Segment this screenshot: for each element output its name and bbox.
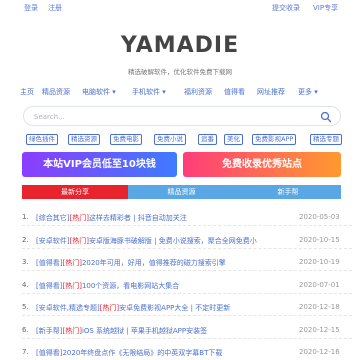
list-item-text[interactable]: 2020年终盘点作《无限结局》的中英双字幕BT下载 xyxy=(62,349,222,357)
list-item-text[interactable]: 100个资源，看电影网站大集合 xyxy=(82,282,179,290)
list-item-date: 2020-07-01 xyxy=(299,280,340,289)
list-item-text[interactable]: 安卓免费影视APP大全 | 不定时更新 xyxy=(119,304,230,312)
list-item-date: 2020-12-15 xyxy=(299,325,340,334)
hot-badge: [热门] xyxy=(62,326,82,335)
tag-item[interactable]: 精选资源 xyxy=(68,134,100,145)
list-item-category[interactable]: [新手帮] xyxy=(36,327,62,335)
tab-newbie[interactable]: 新手帮 xyxy=(235,185,341,199)
tab-premium[interactable]: 精品资源 xyxy=(128,185,235,199)
hot-badge: [热门] xyxy=(62,259,82,267)
submit-site-link[interactable]: 提交收录 xyxy=(272,3,300,13)
list-item-title[interactable]: [安卓软件][热门]安卓版海豚书破解版 | 免费小说搜索，聚合全网免费小 xyxy=(36,236,308,246)
tag-list: 绿色插件 精选资源 免费电影 免费小说 追番 美化 免费影视APP 精选专题 xyxy=(26,134,346,146)
top-bar: 登录 注册 提交收录 VIP专享 xyxy=(0,0,360,14)
list-item-date: 2020-12-18 xyxy=(299,303,340,311)
tag-item[interactable]: 绿色插件 xyxy=(26,134,58,145)
list-item-category[interactable]: [值得看] xyxy=(36,282,62,290)
list-item-number: 2. xyxy=(22,235,29,244)
vip-link[interactable]: VIP专享 xyxy=(313,3,338,13)
tag-item[interactable]: 免费小说 xyxy=(154,134,186,145)
list-item-number: 7. xyxy=(22,348,29,356)
list-item-category[interactable]: [综合其它] xyxy=(36,214,69,222)
list-item-number: 6. xyxy=(22,325,29,334)
login-link[interactable]: 登录 xyxy=(24,3,38,13)
register-link[interactable]: 注册 xyxy=(48,3,62,13)
list-item[interactable]: 7. [值得看]2020年终盘点作《无限结局》的中英双字幕BT下载 2020-12-… xyxy=(22,343,352,360)
list-item-title[interactable]: [值得看][热门]100个资源，看电影网站大集合 xyxy=(36,281,308,291)
main-nav: 主页 精品资源 电脑软件 ▾ 手机软件 ▾ 福利资源 值得看 网址推荐 更多 ▾ xyxy=(20,87,350,99)
search-input[interactable] xyxy=(34,111,304,122)
hot-badge: [热门] xyxy=(69,214,89,222)
list-item-date: 2020-05-03 xyxy=(299,213,340,221)
site-logo[interactable]: YAMADIE xyxy=(0,33,360,58)
list-item-number: 5. xyxy=(22,303,29,311)
list-item[interactable]: 6. [新手帮][热门]iOS 系统越狱 | 苹果手机越狱APP安装签 2020-1… xyxy=(22,321,352,339)
nav-item-resources[interactable]: 精品资源 xyxy=(42,87,70,97)
list-item-category[interactable]: [值得看] xyxy=(36,259,62,267)
list-item-number: 4. xyxy=(22,280,29,289)
list-item-text[interactable]: 2020年可用，好用，值得推荐的磁力搜索引擎 xyxy=(82,259,226,267)
tag-item[interactable]: 免费电影 xyxy=(110,134,142,145)
list-item-title[interactable]: [值得看][热门]2020年可用，好用，值得推荐的磁力搜索引擎 xyxy=(36,258,308,268)
nav-item-home[interactable]: 主页 xyxy=(20,87,34,97)
list-item-text[interactable]: 这样去精彩者 | 抖音自动加关注 xyxy=(89,214,187,222)
list-item-title[interactable]: [值得看]2020年终盘点作《无限结局》的中英双字幕BT下载 xyxy=(36,348,308,358)
tag-item[interactable]: 追番 xyxy=(198,134,217,145)
tab-latest[interactable]: 最新分享 xyxy=(22,185,128,199)
list-item-title[interactable]: [新手帮][热门]iOS 系统越狱 | 苹果手机越狱APP安装签 xyxy=(36,326,308,336)
list-item-date: 2020-10-19 xyxy=(299,258,340,266)
search-box xyxy=(23,106,341,126)
nav-item-more[interactable]: 更多 ▾ xyxy=(298,87,318,97)
list-item[interactable]: 4. [值得看][热门]100个资源，看电影网站大集合 2020-07-01 xyxy=(22,276,352,294)
hot-badge: [热门] xyxy=(62,281,82,290)
list-item-title[interactable]: [安卓软件,精选专题][热门]安卓免费影视APP大全 | 不定时更新 xyxy=(36,303,308,313)
list-item-title[interactable]: [综合其它][热门]这样去精彩者 | 抖音自动加关注 xyxy=(36,213,308,223)
list-item-category[interactable]: [安卓软件] xyxy=(36,237,69,245)
list-item-text[interactable]: iOS 系统越狱 | 苹果手机越狱APP安装签 xyxy=(82,327,207,335)
list-item-category[interactable]: [安卓软件,精选专题] xyxy=(36,304,100,312)
tag-item[interactable]: 精选专题 xyxy=(310,134,342,145)
search-icon[interactable] xyxy=(320,111,332,123)
list-item[interactable]: 2. [安卓软件][热门]安卓版海豚书破解版 | 免费小说搜索，聚合全网免费小 20… xyxy=(22,231,352,249)
free-submit-banner[interactable]: 免费收录优秀站点 xyxy=(183,152,341,177)
site-tagline: 精选破解软件，优化软件免费下载网 xyxy=(128,68,232,76)
list-item-text[interactable]: 安卓版海豚书破解版 | 免费小说搜索，聚合全网免费小 xyxy=(89,237,257,245)
vip-banner[interactable]: 本站VIP会员低至10块钱 xyxy=(22,152,177,177)
nav-item-worth-watching[interactable]: 值得看 xyxy=(224,87,245,97)
list-item-category[interactable]: [值得看] xyxy=(36,349,62,357)
nav-item-site-recommend[interactable]: 网址推荐 xyxy=(257,87,285,97)
list-item[interactable]: 3. [值得看][热门]2020年可用，好用，值得推荐的磁力搜索引擎 2020-10… xyxy=(22,253,352,271)
hot-badge: [热门] xyxy=(69,236,89,245)
hot-badge: [热门] xyxy=(99,304,120,312)
tag-item[interactable]: 美化 xyxy=(224,134,243,145)
nav-item-mobile-software[interactable]: 手机软件 ▾ xyxy=(132,87,166,97)
list-item-number: 1. xyxy=(22,213,29,221)
list-item-date: 2020-10-15 xyxy=(299,235,340,244)
nav-item-welfare[interactable]: 福利资源 xyxy=(184,87,212,97)
list-item[interactable]: 5. [安卓软件,精选专题][热门]安卓免费影视APP大全 | 不定时更新 2020… xyxy=(22,298,352,316)
list-item-date: 2020-12-16 xyxy=(299,348,340,356)
content-tabs: 最新分享 精品资源 新手帮 xyxy=(22,185,341,199)
list-item[interactable]: 1. [综合其它][热门]这样去精彩者 | 抖音自动加关注 2020-05-03 xyxy=(22,208,352,226)
list-item-number: 3. xyxy=(22,258,29,266)
tag-item[interactable]: 免费影视APP xyxy=(252,134,297,145)
nav-item-pc-software[interactable]: 电脑软件 ▾ xyxy=(82,87,116,97)
